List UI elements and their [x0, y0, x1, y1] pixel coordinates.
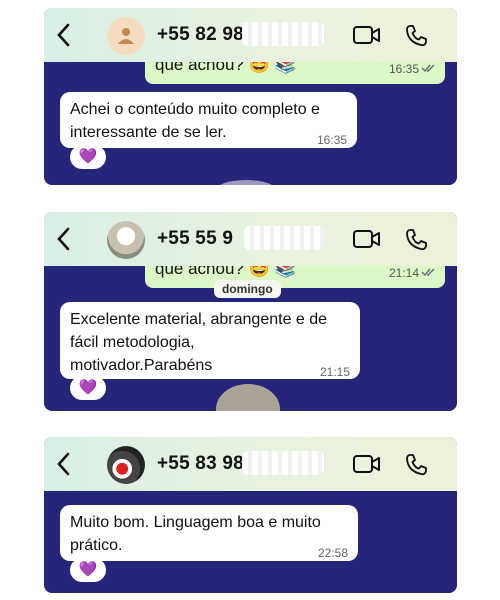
video-call-icon[interactable] — [352, 453, 382, 475]
scroll-bubble-shadow — [216, 384, 280, 411]
chevron-left-icon[interactable] — [54, 226, 74, 252]
phone-call-icon[interactable] — [404, 24, 428, 48]
phone-call-icon[interactable] — [404, 453, 428, 477]
chat-header: +55 82 98 — [44, 8, 457, 62]
received-message-time: 16:35 — [316, 133, 347, 147]
video-call-icon[interactable] — [352, 24, 382, 46]
heart-reaction[interactable]: 💜 — [70, 145, 106, 169]
heart-reaction[interactable]: 💜 — [70, 376, 106, 400]
sent-message-time: 21:14 — [388, 266, 419, 280]
chat-header: +55 83 98 — [44, 437, 457, 491]
double-check-icon — [421, 64, 435, 73]
chat-panel-2: que achou? 🤩 📚 21:14 +55 55 9 domingo Ex… — [44, 212, 457, 411]
contact-phone-number[interactable]: +55 82 98 — [157, 24, 244, 46]
received-message-text: Muito bom. Linguagem boa e muito prático… — [70, 514, 321, 554]
person-icon — [118, 28, 134, 44]
received-message-text: Achei o conteúdo muito completo e intere… — [70, 101, 320, 141]
double-check-icon — [421, 268, 435, 277]
chat-header: +55 55 9 — [44, 212, 457, 266]
chevron-left-icon[interactable] — [54, 451, 74, 477]
chevron-left-icon[interactable] — [54, 22, 74, 48]
heart-reaction[interactable]: 💜 — [70, 558, 106, 582]
received-message-bubble: Achei o conteúdo muito completo e intere… — [60, 92, 357, 148]
avatar[interactable] — [107, 221, 145, 259]
scroll-bubble-shadow — [216, 180, 276, 185]
contact-phone-number[interactable]: +55 55 9 — [157, 228, 233, 250]
received-message-bubble: Excelente material, abrangente e de fáci… — [60, 302, 360, 379]
received-message-time: 21:15 — [319, 365, 350, 379]
received-message-bubble: Muito bom. Linguagem boa e muito prático… — [60, 505, 358, 561]
chat-panel-1: que achou? 🤩 📚 16:35 +55 82 98 Achei o c… — [44, 8, 457, 185]
received-message-text: Excelente material, abrangente e de fáci… — [70, 311, 328, 374]
received-message-time: 22:58 — [317, 546, 348, 560]
avatar[interactable] — [107, 446, 145, 484]
video-call-icon[interactable] — [352, 228, 382, 250]
contact-phone-number[interactable]: +55 83 98 — [157, 453, 244, 475]
phone-call-icon[interactable] — [404, 228, 428, 252]
date-separator: domingo — [214, 280, 281, 298]
redacted-number — [244, 226, 324, 250]
redacted-number — [242, 22, 324, 46]
redacted-number — [242, 451, 324, 475]
avatar[interactable] — [107, 17, 145, 55]
chat-panel-3: +55 83 98 Muito bom. Linguagem boa e mui… — [44, 437, 457, 593]
sent-message-time: 16:35 — [388, 62, 419, 76]
